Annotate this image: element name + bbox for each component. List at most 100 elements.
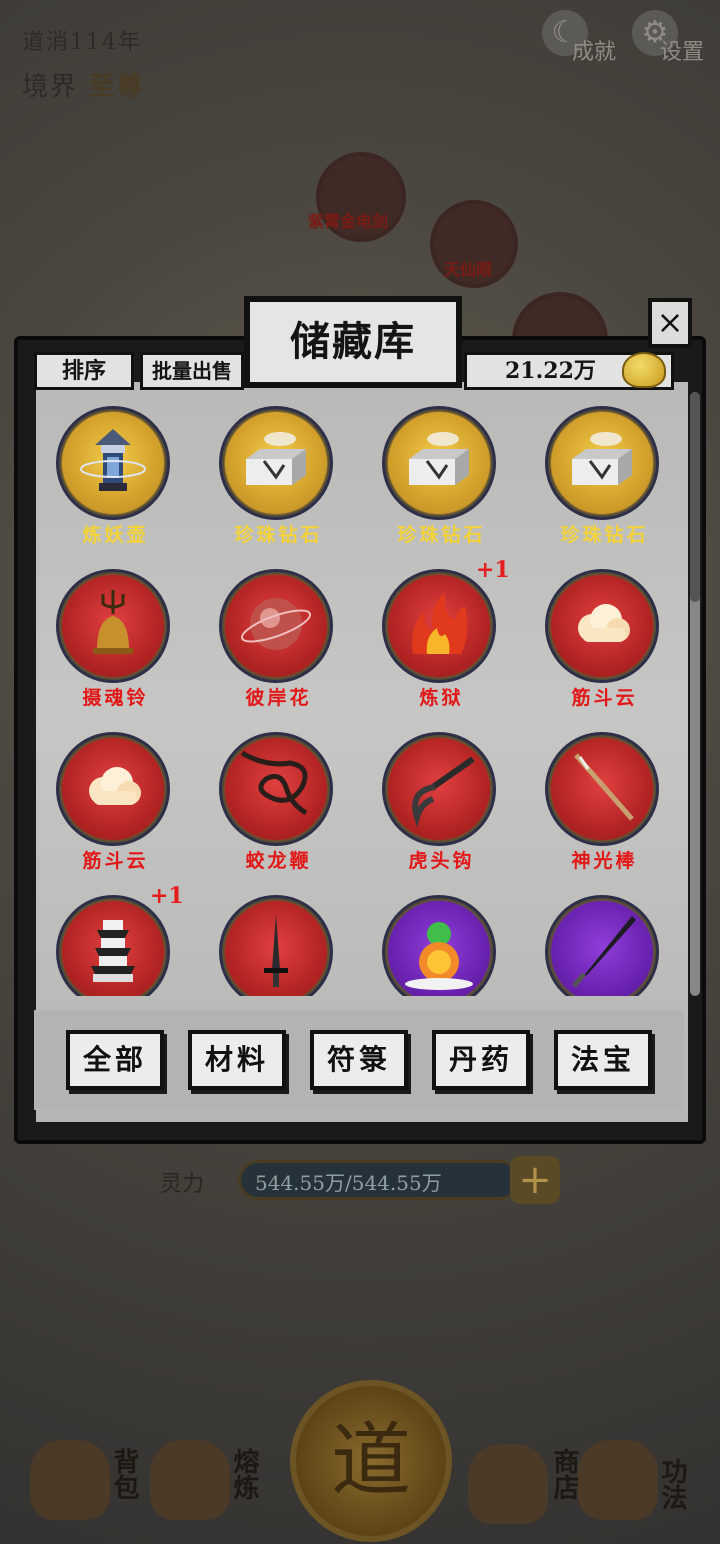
item-frame bbox=[545, 406, 659, 520]
currency-value: 21.22万 bbox=[505, 358, 596, 384]
sphere-flower-icon bbox=[236, 584, 316, 668]
item-frame bbox=[56, 895, 170, 996]
item-name: 珍珠钻石 bbox=[560, 524, 649, 546]
item-slot[interactable]: 珍珠钻石 bbox=[523, 392, 686, 555]
flame-icon bbox=[399, 584, 479, 668]
item-frame bbox=[56, 406, 170, 520]
item-slot[interactable]: 珍珠钻石 bbox=[197, 392, 360, 555]
scrollbar-thumb[interactable] bbox=[690, 392, 700, 602]
equip-slot-eye-label: 天仙眼 bbox=[444, 260, 493, 279]
realm-label: 境界 bbox=[22, 72, 79, 102]
nav-backpack[interactable]: 背包 bbox=[30, 1440, 140, 1530]
smelt-icon bbox=[150, 1440, 230, 1520]
backpack-icon bbox=[30, 1440, 110, 1520]
item-frame bbox=[219, 406, 333, 520]
sword-icon bbox=[236, 910, 316, 994]
item-frame bbox=[382, 732, 496, 846]
item-name: 炼妖壶 bbox=[82, 524, 149, 546]
nav-smelt[interactable]: 熔炼 bbox=[150, 1440, 260, 1530]
item-name: 炼狱 bbox=[419, 687, 464, 709]
sort-button[interactable]: 排序 bbox=[34, 352, 134, 390]
item-frame bbox=[545, 895, 659, 996]
pagoda-lantern-icon bbox=[73, 421, 153, 505]
item-name: 蛟龙鞭 bbox=[245, 850, 312, 872]
item-name: 神光棒 bbox=[571, 850, 638, 872]
tab-artifacts[interactable]: 法宝 bbox=[554, 1030, 652, 1090]
mana-bar: 544.55万/544.55万 bbox=[238, 1160, 520, 1200]
item-grid: 炼妖壶 珍珠钻石 珍珠钻石 珍珠钻石 摄魂铃 彼岸花 +1 炼狱 筋斗云 筋斗云 蛟龙鞭 虎头钩 神光棒… bbox=[34, 392, 686, 996]
item-slot[interactable]: 珍珠钻石 bbox=[360, 392, 523, 555]
gourd-icon bbox=[399, 910, 479, 994]
item-slot[interactable]: +1 炼狱 bbox=[360, 555, 523, 718]
staff-icon bbox=[562, 747, 642, 831]
storage-title-box: 储藏库 bbox=[244, 296, 462, 388]
bell-trident-icon bbox=[73, 584, 153, 668]
mana-label: 灵力 bbox=[160, 1172, 205, 1197]
item-name: 筋斗云 bbox=[82, 850, 149, 872]
item-slot[interactable]: 炼妖壶 bbox=[34, 392, 197, 555]
item-slot[interactable]: 筋斗云 bbox=[34, 718, 197, 881]
item-slot[interactable]: 蛟龙鞭 bbox=[197, 718, 360, 881]
era-text: 道消114年 bbox=[22, 30, 142, 55]
item-frame bbox=[56, 732, 170, 846]
item-frame bbox=[382, 895, 496, 996]
cloud-icon bbox=[73, 747, 153, 831]
tab-all[interactable]: 全部 bbox=[66, 1030, 164, 1090]
item-frame bbox=[219, 569, 333, 683]
item-name: 虎头钩 bbox=[408, 850, 475, 872]
tab-materials[interactable]: 材料 bbox=[188, 1030, 286, 1090]
item-frame bbox=[545, 732, 659, 846]
tao-cultivate-button[interactable]: 道 bbox=[290, 1380, 452, 1542]
item-slot[interactable]: 筋斗云 bbox=[523, 555, 686, 718]
blade-icon bbox=[562, 910, 642, 994]
tower-icon bbox=[73, 910, 153, 994]
item-frame bbox=[219, 895, 333, 996]
tab-talismans[interactable]: 符箓 bbox=[310, 1030, 408, 1090]
item-frame bbox=[382, 406, 496, 520]
gold-ingot-icon bbox=[622, 352, 666, 388]
settings-label[interactable]: 设置 bbox=[660, 34, 704, 66]
equip-slot-sword-label: 紫霄金电剑 bbox=[308, 212, 389, 231]
achievements-label[interactable]: 成就 bbox=[572, 34, 616, 66]
item-slot[interactable] bbox=[360, 881, 523, 996]
realm-row: 境界 至尊 bbox=[22, 66, 144, 103]
item-frame bbox=[382, 569, 496, 683]
item-name: 彼岸花 bbox=[245, 687, 312, 709]
item-name: 珍珠钻石 bbox=[397, 524, 486, 546]
item-slot[interactable] bbox=[197, 881, 360, 996]
nav-smelt-label: 熔炼 bbox=[229, 1448, 259, 1500]
item-frame bbox=[545, 569, 659, 683]
shop-scroll-icon bbox=[468, 1444, 548, 1524]
stone-block-icon bbox=[562, 421, 642, 505]
item-frame bbox=[56, 569, 170, 683]
item-slot[interactable]: +1 bbox=[34, 881, 197, 996]
close-button[interactable]: × bbox=[648, 298, 692, 348]
item-name: 珍珠钻石 bbox=[234, 524, 323, 546]
item-slot[interactable]: 摄魂铃 bbox=[34, 555, 197, 718]
item-slot[interactable]: 虎头钩 bbox=[360, 718, 523, 881]
whip-icon bbox=[236, 747, 316, 831]
bulk-sell-button[interactable]: 批量出售 bbox=[140, 352, 244, 390]
realm-value: 至尊 bbox=[88, 72, 145, 102]
nav-backpack-label: 背包 bbox=[109, 1448, 139, 1500]
stone-block-icon bbox=[399, 421, 479, 505]
item-name: 摄魂铃 bbox=[82, 687, 149, 709]
tab-elixirs[interactable]: 丹药 bbox=[432, 1030, 530, 1090]
nav-shop[interactable]: 商店 bbox=[468, 1440, 579, 1530]
storage-title: 储藏库 bbox=[290, 318, 416, 365]
nav-skills-label: 功法 bbox=[657, 1458, 687, 1510]
enhance-badge: +1 bbox=[476, 557, 510, 583]
item-slot[interactable]: 神光棒 bbox=[523, 718, 686, 881]
item-slot[interactable]: 彼岸花 bbox=[197, 555, 360, 718]
enhance-badge: +1 bbox=[150, 883, 184, 909]
item-grid-scroll[interactable]: 炼妖壶 珍珠钻石 珍珠钻石 珍珠钻石 摄魂铃 彼岸花 +1 炼狱 筋斗云 筋斗云 蛟龙鞭 虎头钩 神光棒… bbox=[34, 392, 686, 996]
mana-add-button[interactable]: + bbox=[510, 1156, 560, 1204]
item-frame bbox=[219, 732, 333, 846]
item-slot[interactable] bbox=[523, 881, 686, 996]
stone-block-icon bbox=[236, 421, 316, 505]
nav-skills[interactable]: 功法 bbox=[578, 1440, 688, 1530]
skills-book-icon bbox=[578, 1440, 658, 1520]
cloud-icon bbox=[562, 584, 642, 668]
hook-icon bbox=[399, 747, 479, 831]
item-name: 筋斗云 bbox=[571, 687, 638, 709]
